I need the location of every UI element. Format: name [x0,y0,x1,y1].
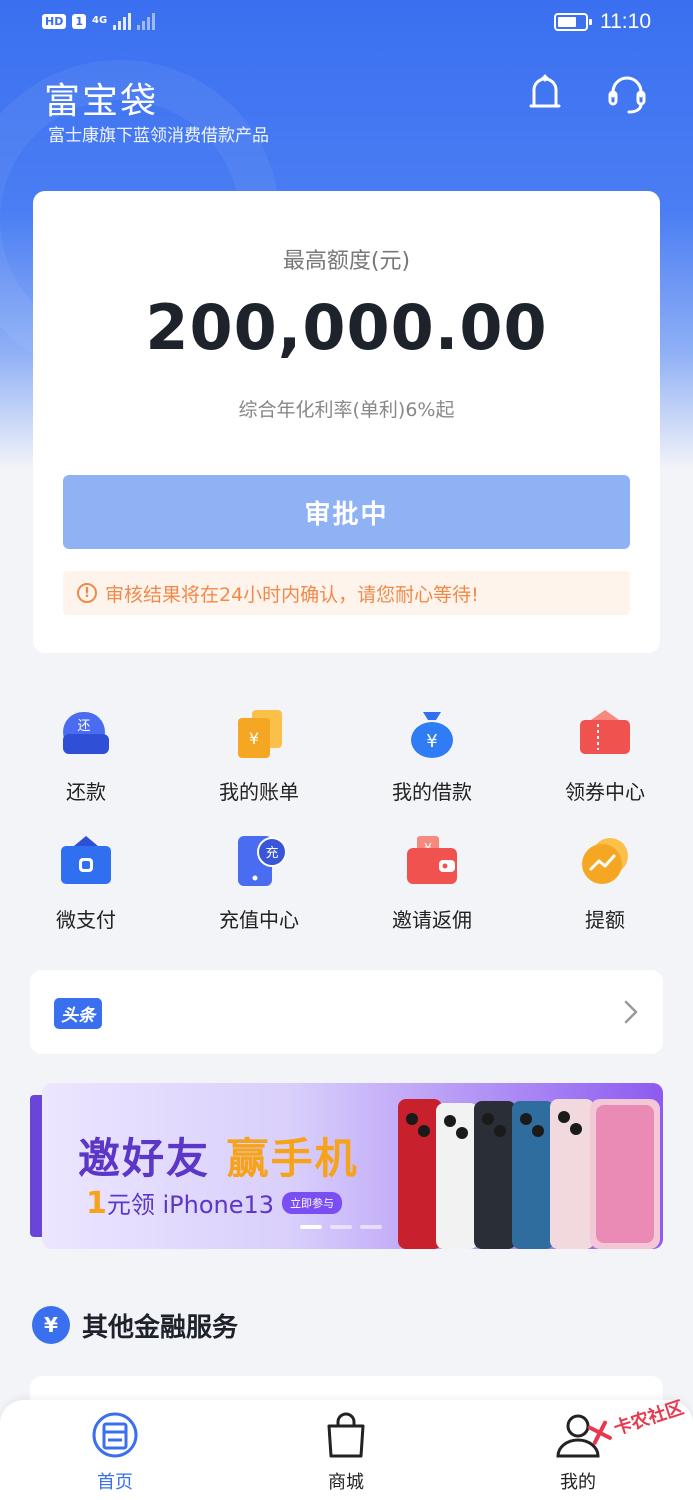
micropay-icon [59,834,113,888]
repay-icon: 还 [59,706,113,760]
banner-offer: 元领 iPhone13 [106,1191,275,1219]
hd-indicator: HD [42,13,67,29]
home-icon [90,1410,140,1460]
join-now-button[interactable]: 立即参与 [282,1192,343,1214]
svg-text:¥: ¥ [249,729,259,748]
quota-label: 最高额度(元) [282,249,411,274]
quick-action-label: 提额 [585,908,625,932]
quick-action-raise-limit[interactable]: 提额 [535,834,675,933]
quick-action-label: 我的借款 [392,780,472,804]
signal-2-icon [137,12,156,30]
app-title: 富宝袋 [44,81,159,122]
headline-tag: 头条 [54,998,102,1029]
quick-action-coupon[interactable]: 领券中心 [535,706,675,805]
network-type: 4G [92,15,108,26]
banner-headline: 邀好友 赢手机 [78,1134,359,1183]
raise-limit-icon [578,834,632,888]
yuan-icon: ¥ [32,1306,70,1344]
wallet-icon: ¥ [405,834,459,888]
bell-icon[interactable] [523,72,567,116]
customer-service-icon[interactable] [605,72,649,116]
approval-status-button[interactable]: 审批中 [63,475,630,549]
recharge-icon: 充 [232,834,287,888]
bill-icon: ¥ [232,706,286,760]
quick-action-label: 我的账单 [219,780,299,804]
tab-label: 首页 [97,1472,133,1493]
shop-bag-icon [321,1410,371,1460]
quick-action-label: 微支付 [56,908,116,932]
svg-text:¥: ¥ [426,731,437,752]
warning-icon: ! [77,583,97,603]
status-bar: HD 1 4G 11:10 [0,0,693,50]
quick-action-recharge[interactable]: 充 充值中心 [189,834,329,933]
headline-bar[interactable]: 头条 [30,970,663,1054]
banner-headline-highlight: 赢手机 [226,1134,359,1183]
other-services-heading: ¥ 其他金融服务 [32,1306,238,1344]
review-notice: ! 审核结果将在24小时内确认，请您耐心等待! [63,571,630,615]
quick-action-label: 充值中心 [219,908,299,932]
section-title: 其他金融服务 [82,1312,239,1343]
moneybag-icon: ¥ [405,706,459,760]
tab-label: 我的 [560,1472,596,1493]
quick-action-micropay[interactable]: 微支付 [16,834,156,933]
chevron-right-icon [624,1000,638,1024]
coupon-icon [578,706,632,760]
app-subtitle: 富士康旗下蓝领消费借款产品 [48,126,269,146]
quick-action-repay[interactable]: 还 还款 [16,706,156,805]
tab-label: 商城 [328,1472,364,1493]
carousel-indicator [300,1225,382,1229]
quick-action-invite[interactable]: ¥ 邀请返佣 [362,834,502,933]
signal-icon [113,12,132,30]
svg-text:还: 还 [77,719,90,734]
phones-image [398,1099,660,1249]
tab-shop[interactable]: 商城 [276,1410,416,1494]
battery-icon [554,13,592,31]
tab-home[interactable]: 首页 [45,1410,185,1494]
quick-action-bill[interactable]: ¥ 我的账单 [189,706,329,805]
quota-amount: 200,000.00 [145,291,548,364]
quick-action-my-loan[interactable]: ¥ 我的借款 [362,706,502,805]
bottom-tab-bar: 首页 商城 我的 [0,1400,693,1500]
quota-card: 最高额度(元) 200,000.00 综合年化利率(单利)6%起 审批中 ! 审… [33,191,660,653]
banner-subline: 1元领 iPhone13 立即参与 [86,1185,343,1221]
notice-text: 审核结果将在24小时内确认，请您耐心等待! [105,583,479,606]
quick-action-label: 领券中心 [565,780,645,804]
banner-price: 1 [86,1186,107,1221]
promo-banner[interactable]: 邀好友 赢手机 1元领 iPhone13 立即参与 [42,1083,663,1249]
quick-action-label: 还款 [66,780,106,804]
clock: 11:10 [600,10,651,33]
interest-rate: 综合年化利率(单利)6%起 [238,399,455,421]
quick-action-label: 邀请返佣 [392,908,472,932]
svg-text:充: 充 [265,845,278,861]
sim-indicator: 1 [72,13,86,29]
